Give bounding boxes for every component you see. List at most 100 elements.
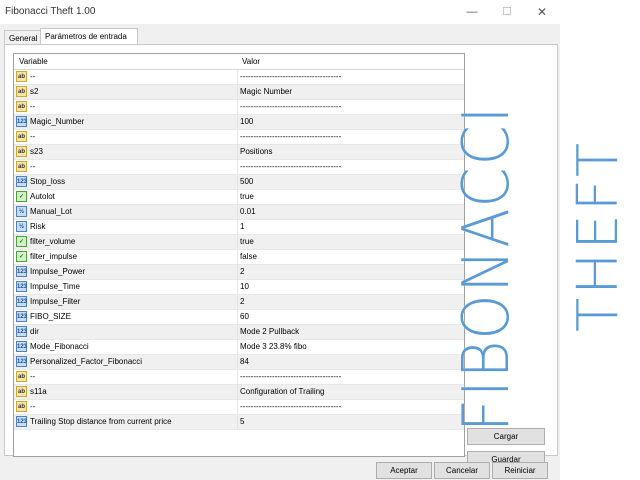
column-divider xyxy=(237,175,238,189)
parameter-name: -- xyxy=(30,102,36,111)
parameter-value[interactable]: -------------------------------------- xyxy=(240,102,460,111)
table-row[interactable]: 123 Stop_loss 500 xyxy=(14,175,464,190)
table-row[interactable]: 123 Magic_Number 100 xyxy=(14,115,464,130)
column-divider xyxy=(237,115,238,129)
parameter-name: Impulse_Power xyxy=(30,267,86,276)
parameter-value[interactable]: true xyxy=(240,237,460,246)
parameter-value[interactable]: false xyxy=(240,252,460,261)
parameter-value[interactable]: 500 xyxy=(240,177,460,186)
parameter-value[interactable]: 84 xyxy=(240,357,460,366)
table-row[interactable]: ab -- ------------------------------------… xyxy=(14,100,464,115)
table-row[interactable]: 123 Trailing Stop distance from current p… xyxy=(14,415,464,430)
integer-type-icon: 123 xyxy=(16,281,27,292)
window-title: Fibonacci Theft 1.00 xyxy=(5,6,96,17)
table-row[interactable]: 123 Impulse_Power 2 xyxy=(14,265,464,280)
integer-type-icon: 123 xyxy=(16,341,27,352)
table-row[interactable]: ab -- ------------------------------------… xyxy=(14,130,464,145)
table-row[interactable]: ab -- ------------------------------------… xyxy=(14,400,464,415)
parameter-name: Magic_Number xyxy=(30,117,85,126)
cancel-button[interactable]: Cancelar xyxy=(434,462,490,479)
parameters-table: Variable Valor ab -- ---------------------… xyxy=(13,53,465,457)
integer-type-icon: 123 xyxy=(16,326,27,337)
parameter-value[interactable]: 60 xyxy=(240,312,460,321)
parameter-value[interactable]: true xyxy=(240,192,460,201)
table-row[interactable]: ab s11a Configuration of Trailing xyxy=(14,385,464,400)
table-row[interactable]: ab -- ------------------------------------… xyxy=(14,160,464,175)
parameter-value[interactable]: 2 xyxy=(240,267,460,276)
table-row[interactable]: ½ Risk 1 xyxy=(14,220,464,235)
parameter-name: -- xyxy=(30,372,36,381)
column-divider xyxy=(237,355,238,369)
column-divider xyxy=(237,100,238,114)
string-type-icon: ab xyxy=(16,386,27,397)
string-type-icon: ab xyxy=(16,161,27,172)
reset-button[interactable]: Reiniciar xyxy=(492,462,548,479)
maximize-icon[interactable]: ☐ xyxy=(493,4,521,20)
parameter-name: filter_volume xyxy=(30,237,76,246)
column-divider xyxy=(237,415,238,429)
column-divider xyxy=(237,160,238,174)
column-header-variable[interactable]: Variable xyxy=(19,57,48,66)
table-row[interactable]: 123 FIBO_SIZE 60 xyxy=(14,310,464,325)
column-divider xyxy=(237,220,238,234)
column-divider xyxy=(237,190,238,204)
table-row[interactable]: ab -- ------------------------------------… xyxy=(14,70,464,85)
column-divider xyxy=(237,265,238,279)
table-row[interactable]: ½ Manual_Lot 0.01 xyxy=(14,205,464,220)
string-type-icon: ab xyxy=(16,371,27,382)
parameter-value[interactable]: -------------------------------------- xyxy=(240,132,460,141)
table-row[interactable]: 123 Mode_Fibonacci Mode 3 23.8% fibo xyxy=(14,340,464,355)
table-row[interactable]: ✓ filter_volume true xyxy=(14,235,464,250)
parameter-value[interactable]: -------------------------------------- xyxy=(240,372,460,381)
column-header-value[interactable]: Valor xyxy=(242,57,260,66)
dialog-footer: Aceptar Cancelar Reiniciar xyxy=(0,462,560,480)
column-divider xyxy=(237,145,238,159)
parameter-value[interactable]: Mode 3 23.8% fibo xyxy=(240,342,460,351)
column-divider xyxy=(237,280,238,294)
column-divider xyxy=(237,385,238,399)
table-row[interactable]: ab -- ------------------------------------… xyxy=(14,370,464,385)
parameter-value[interactable]: Configuration of Trailing xyxy=(240,387,460,396)
parameter-name: Impulse_Time xyxy=(30,282,80,291)
parameter-name: Stop_loss xyxy=(30,177,66,186)
close-icon[interactable]: ✕ xyxy=(528,4,556,20)
table-header: Variable Valor xyxy=(14,54,464,70)
column-divider xyxy=(237,70,238,84)
parameter-value[interactable]: -------------------------------------- xyxy=(240,402,460,411)
table-row[interactable]: 123 Personalized_Factor_Fibonacci 84 xyxy=(14,355,464,370)
parameter-name: -- xyxy=(30,132,36,141)
column-divider xyxy=(237,310,238,324)
table-row[interactable]: 123 dir Mode 2 Pullback xyxy=(14,325,464,340)
double-type-icon: ½ xyxy=(16,221,27,232)
integer-type-icon: 123 xyxy=(16,311,27,322)
parameter-name: Personalized_Factor_Fibonacci xyxy=(30,357,143,366)
parameter-value[interactable]: Magic Number xyxy=(240,87,460,96)
table-row[interactable]: 123 Impulse_Filter 2 xyxy=(14,295,464,310)
column-divider xyxy=(237,400,238,414)
table-row[interactable]: ab s23 Positions xyxy=(14,145,464,160)
parameter-value[interactable]: Mode 2 Pullback xyxy=(240,327,460,336)
parameter-value[interactable]: -------------------------------------- xyxy=(240,162,460,171)
parameter-name: Manual_Lot xyxy=(30,207,72,216)
parameter-name: -- xyxy=(30,402,36,411)
table-row[interactable]: ✓ filter_impulse false xyxy=(14,250,464,265)
table-row[interactable]: ✓ Autolot true xyxy=(14,190,464,205)
parameter-value[interactable]: 100 xyxy=(240,117,460,126)
parameter-value[interactable]: 10 xyxy=(240,282,460,291)
parameter-value[interactable]: 2 xyxy=(240,297,460,306)
column-divider xyxy=(237,85,238,99)
table-row[interactable]: ab s2 Magic Number xyxy=(14,85,464,100)
table-row[interactable]: 123 Impulse_Time 10 xyxy=(14,280,464,295)
parameter-value[interactable]: 5 xyxy=(240,417,460,426)
parameter-name: Trailing Stop distance from current pric… xyxy=(30,417,172,426)
column-divider xyxy=(237,205,238,219)
minimize-icon[interactable]: — xyxy=(458,4,486,20)
parameter-value[interactable]: 0.01 xyxy=(240,207,460,216)
integer-type-icon: 123 xyxy=(16,266,27,277)
ok-button[interactable]: Aceptar xyxy=(376,462,432,479)
parameter-value[interactable]: 1 xyxy=(240,222,460,231)
parameter-value[interactable]: -------------------------------------- xyxy=(240,72,460,81)
column-divider xyxy=(237,130,238,144)
string-type-icon: ab xyxy=(16,101,27,112)
parameter-value[interactable]: Positions xyxy=(240,147,460,156)
